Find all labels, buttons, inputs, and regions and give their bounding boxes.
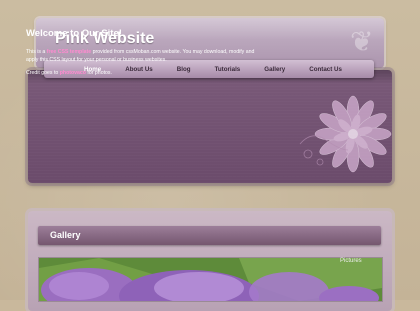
- nav-item-blog[interactable]: Blog: [177, 66, 191, 73]
- welcome-paragraph: This is a free CSS template provided fro…: [26, 49, 255, 63]
- flower-decoration: [299, 95, 392, 173]
- header-leaf-icon: ❦: [350, 26, 374, 57]
- credit-paragraph: Credit goes to photovaco for photos.: [26, 70, 112, 76]
- photovaco-link[interactable]: photovaco: [60, 70, 86, 76]
- welcome-heading: Welcome to Our Site!: [26, 28, 122, 39]
- gallery-heading: Gallery: [50, 230, 81, 240]
- free-css-template-link[interactable]: free CSS template: [47, 49, 91, 55]
- nav-item-gallery[interactable]: Gallery: [264, 66, 285, 73]
- nav-item-contact-us[interactable]: Contact Us: [309, 66, 342, 73]
- gallery-image[interactable]: [38, 257, 383, 302]
- nav-item-about-us[interactable]: About Us: [125, 66, 153, 73]
- nav-item-tutorials[interactable]: Tutorials: [215, 66, 241, 73]
- welcome-panel: [28, 70, 392, 183]
- flower-photo: [39, 258, 382, 301]
- pictures-label: Pictures: [340, 258, 362, 264]
- gallery-header-bar: [38, 226, 381, 245]
